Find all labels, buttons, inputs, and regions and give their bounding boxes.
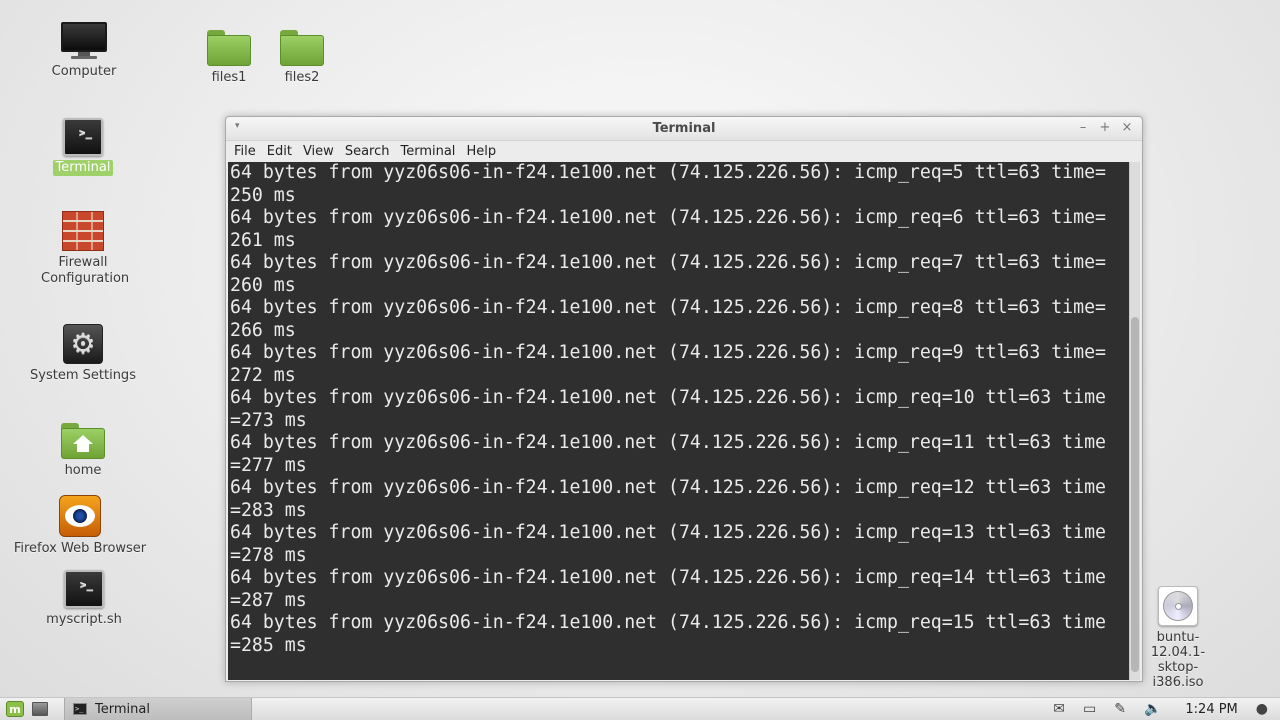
terminal-line: 261 ms	[230, 229, 296, 251]
desktop-icon-label: Terminal	[52, 160, 114, 176]
bottom-panel: m >_ Terminal ✉ ▭ ✎ 🔈 1:24 PM ●	[0, 697, 1280, 720]
terminal-line: =287 ms	[230, 589, 307, 611]
minimize-icon[interactable]: –	[1076, 120, 1090, 135]
menu-search[interactable]: Search	[341, 144, 394, 159]
desktop-icon-firefox[interactable]: Firefox Web Browser	[10, 495, 150, 557]
desktop-icon-label: files2	[284, 70, 320, 85]
terminal-line: 64 bytes from yyz06s06-in-f24.1e100.net …	[230, 297, 1106, 318]
desktop-icon-label: Computer	[51, 64, 117, 79]
desktop-icon-label: home	[64, 463, 102, 478]
user-icon[interactable]: ●	[1256, 701, 1268, 717]
terminal-line: =273 ms	[230, 409, 307, 431]
network-icon[interactable]: ✎	[1114, 701, 1126, 717]
desktop-icon-label: Firefox Web Browser	[13, 541, 147, 556]
desktop-icon-home[interactable]: home	[13, 423, 153, 479]
terminal-icon: >_	[73, 703, 87, 715]
window-title: Terminal	[652, 121, 716, 136]
terminal-output[interactable]: 64 bytes from yyz06s06-in-f24.1e100.net …	[228, 162, 1130, 680]
desktop-icon-label: System Settings	[30, 368, 136, 383]
firewall-icon	[62, 211, 104, 251]
terminal-line: 64 bytes from yyz06s06-in-f24.1e100.net …	[230, 252, 1106, 273]
menu-file[interactable]: File	[230, 144, 260, 159]
desktop-icon-terminal[interactable]: >_ Terminal	[13, 118, 153, 176]
terminal-scrollbar[interactable]	[1129, 162, 1140, 680]
desktop-icon-firewall[interactable]: Firewall Configuration	[13, 211, 153, 287]
desktop-icon-label: Firewall Configuration	[41, 255, 130, 286]
terminal-icon: >_	[63, 118, 103, 156]
system-tray: ✉ ▭ ✎ 🔈 1:24 PM ●	[1053, 698, 1280, 720]
terminal-line: 64 bytes from yyz06s06-in-f24.1e100.net …	[230, 162, 1106, 183]
terminal-line: =278 ms	[230, 544, 307, 566]
clock[interactable]: 1:24 PM	[1185, 702, 1237, 717]
desktop-icon-files2[interactable]: files2	[232, 30, 372, 86]
terminal-line: 64 bytes from yyz06s06-in-f24.1e100.net …	[230, 567, 1106, 588]
terminal-line: 272 ms	[230, 364, 296, 386]
desktop-icon-iso[interactable]: buntu-12.04.1- sktop-i386.iso	[1138, 586, 1218, 690]
desktop-icon-label: buntu-12.04.1- sktop-i386.iso	[1150, 630, 1206, 690]
terminal-line: 64 bytes from yyz06s06-in-f24.1e100.net …	[230, 432, 1106, 453]
firefox-icon	[59, 495, 101, 537]
terminal-line: 266 ms	[230, 319, 296, 341]
menu-view[interactable]: View	[299, 144, 338, 159]
settings-icon: ⚙	[63, 324, 103, 364]
menu-help[interactable]: Help	[462, 144, 500, 159]
terminal-line: 64 bytes from yyz06s06-in-f24.1e100.net …	[230, 612, 1106, 633]
menu-edit[interactable]: Edit	[263, 144, 296, 159]
terminal-line: =283 ms	[230, 499, 307, 521]
script-icon: >_	[64, 570, 104, 608]
terminal-line: 64 bytes from yyz06s06-in-f24.1e100.net …	[230, 342, 1106, 363]
menu-terminal[interactable]: Terminal	[396, 144, 459, 159]
volume-icon[interactable]: 🔈	[1144, 701, 1161, 717]
terminal-line: 260 ms	[230, 274, 296, 296]
desktop-icon-system-settings[interactable]: ⚙ System Settings	[13, 324, 153, 384]
home-folder-icon	[61, 423, 105, 459]
scrollbar-thumb[interactable]	[1131, 317, 1139, 672]
terminal-line: 64 bytes from yyz06s06-in-f24.1e100.net …	[230, 477, 1106, 498]
maximize-icon[interactable]: +	[1098, 120, 1112, 135]
desktop-icon-myscript[interactable]: >_ myscript.sh	[14, 570, 154, 628]
mint-menu-icon[interactable]: m	[6, 701, 24, 717]
iso-disc-icon	[1158, 586, 1198, 626]
battery-icon[interactable]: ▭	[1083, 701, 1096, 717]
mail-icon[interactable]: ✉	[1053, 701, 1065, 717]
taskbar-item-label: Terminal	[95, 701, 150, 717]
close-icon[interactable]: ×	[1120, 120, 1134, 135]
menubar: File Edit View Search Terminal Help	[226, 141, 1142, 161]
taskbar-item-terminal[interactable]: >_ Terminal	[64, 698, 252, 720]
terminal-line: 64 bytes from yyz06s06-in-f24.1e100.net …	[230, 387, 1106, 408]
terminal-window[interactable]: ▾ Terminal – + × File Edit View Search T…	[225, 116, 1143, 682]
terminal-line: =277 ms	[230, 454, 307, 476]
terminal-line: 250 ms	[230, 184, 296, 206]
window-titlebar[interactable]: ▾ Terminal – + ×	[226, 117, 1142, 141]
terminal-line: =285 ms	[230, 634, 307, 656]
terminal-line: 64 bytes from yyz06s06-in-f24.1e100.net …	[230, 207, 1106, 228]
show-desktop-icon[interactable]	[32, 702, 48, 716]
desktop-icon-label: myscript.sh	[46, 612, 122, 627]
computer-icon	[61, 22, 107, 60]
desktop-icon-computer[interactable]: Computer	[14, 22, 154, 80]
folder-icon	[280, 30, 324, 66]
terminal-line: 64 bytes from yyz06s06-in-f24.1e100.net …	[230, 522, 1106, 543]
